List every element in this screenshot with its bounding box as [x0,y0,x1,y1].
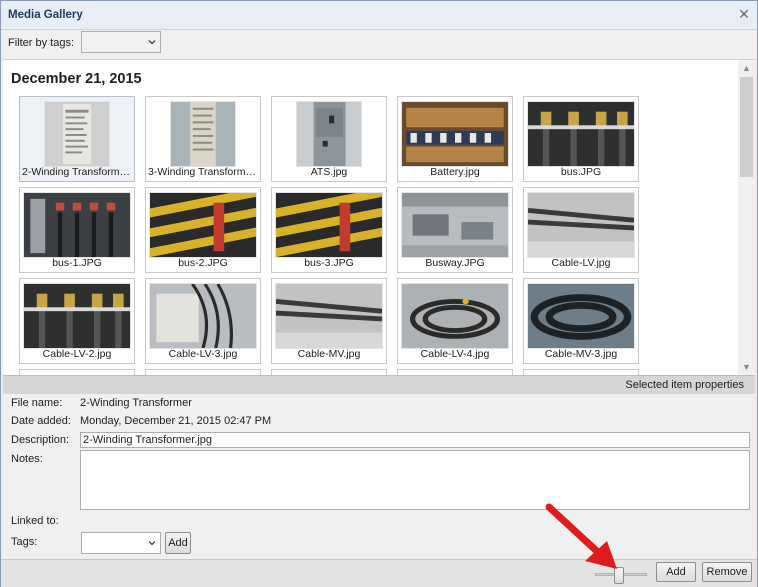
thumbnail-caption: bus-1.JPG [52,257,102,269]
thumbnail-image [149,283,257,349]
thumbnail-caption: Cable-LV-2.jpg [42,348,112,360]
thumbnail-caption: bus-2.JPG [178,257,228,269]
thumbnail-image [401,192,509,258]
file-name-label: File name: [11,397,63,409]
remove-button[interactable]: Remove [702,562,752,582]
filter-row: Filter by tags: [1,31,757,59]
gallery-thumbnail[interactable]: Cable-MV-3.jpg [523,278,639,364]
date-added-label: Date added: [11,415,71,427]
gallery-thumbnail[interactable]: Cable-LV-3.jpg [145,278,261,364]
properties-header: Selected item properties [625,379,744,391]
thumbnail-image [149,192,257,258]
gallery-scrollbar[interactable]: ▲ ▼ [738,60,755,375]
gallery-thumbnail[interactable]: 2-Winding Transformer.jpg [19,96,135,182]
tags-dropdown[interactable] [81,532,161,554]
thumbnail-image [23,283,131,349]
thumbnail-caption: Cable-LV-3.jpg [168,348,238,360]
thumbnail-caption: ATS.jpg [310,166,348,178]
add-tag-button[interactable]: Add [165,532,191,554]
thumbnail-image [23,192,131,258]
thumbnail-image [275,192,383,258]
thumbnail-image [527,192,635,258]
thumbnail-image [170,101,236,167]
description-value: 2-Winding Transformer.jpg [83,434,212,446]
gallery-thumbnail[interactable]: bus-3.JPG [271,187,387,273]
description-field[interactable]: 2-Winding Transformer.jpg [80,432,750,448]
properties-panel: File name: 2-Winding Transformer Date ad… [3,394,755,559]
zoom-slider[interactable] [595,567,647,584]
thumbnail-caption: Cable-MV.jpg [297,348,361,360]
gallery-thumbnail[interactable]: ATS.jpg [271,96,387,182]
thumbnail-caption: bus-3.JPG [304,257,354,269]
date-added-value: Monday, December 21, 2015 02:47 PM [80,415,272,427]
add-button[interactable]: Add [656,562,696,582]
footer-bar: Add Remove [1,559,757,587]
gallery-thumbnail[interactable]: Cable-MV.jpg [271,278,387,364]
gallery-thumbnail[interactable]: Cable-LV.jpg [523,187,639,273]
gallery-thumbnail[interactable]: bus-2.JPG [145,187,261,273]
notes-field[interactable] [80,450,750,510]
thumbnail-image [401,101,509,167]
media-gallery-window: Media Gallery ✕ Filter by tags: December… [0,0,758,587]
thumbnail-image [527,101,635,167]
thumbnail-caption: Cable-LV.jpg [551,257,611,269]
thumbnail-image [527,283,635,349]
properties-header-bar: Selected item properties [3,375,755,394]
gallery-panel: December 21, 2015 2-Winding Transformer.… [3,59,755,375]
filter-label: Filter by tags: [8,37,75,49]
gallery-thumbnail[interactable]: bus.JPG [523,96,639,182]
scroll-down-icon[interactable]: ▼ [741,362,752,373]
thumbnail-caption: bus.JPG [560,166,602,178]
thumbnail-image [401,283,509,349]
thumbnail-caption: Cable-MV-3.jpg [544,348,618,360]
thumbnail-caption: 2-Winding Transformer.jpg [22,166,132,178]
gallery-thumbnail[interactable]: 3-Winding Transformer.jpg [145,96,261,182]
thumbnail-image [44,101,110,167]
chevron-down-icon [148,40,156,45]
tags-label: Tags: [11,536,38,548]
gallery-thumbnail[interactable]: Battery.jpg [397,96,513,182]
scroll-up-icon[interactable]: ▲ [741,63,752,74]
window-title: Media Gallery [8,9,83,21]
date-heading: December 21, 2015 [11,71,142,87]
description-label: Description: [11,434,70,446]
filter-tags-dropdown[interactable] [81,31,161,53]
title-bar: Media Gallery ✕ [1,1,757,30]
zoom-slider-handle[interactable] [614,567,624,584]
thumbnail-caption: Cable-LV-4.jpg [420,348,490,360]
thumbnail-caption: Battery.jpg [430,166,480,178]
notes-label: Notes: [11,453,43,465]
chevron-down-icon [148,541,156,546]
gallery-thumbnail[interactable]: Cable-LV-4.jpg [397,278,513,364]
close-icon[interactable]: ✕ [737,7,751,21]
thumbnail-caption: Busway.JPG [425,257,485,269]
gallery-thumbnail[interactable]: Busway.JPG [397,187,513,273]
file-name-value: 2-Winding Transformer [80,397,192,409]
thumbnail-caption: 3-Winding Transformer.jpg [148,166,258,178]
thumbnail-image [275,283,383,349]
linked-to-label: Linked to: [11,515,59,527]
gallery-thumbnail[interactable]: Cable-LV-2.jpg [19,278,135,364]
scrollbar-thumb[interactable] [740,77,753,177]
gallery-thumbnail[interactable]: bus-1.JPG [19,187,135,273]
thumbnail-image [296,101,362,167]
